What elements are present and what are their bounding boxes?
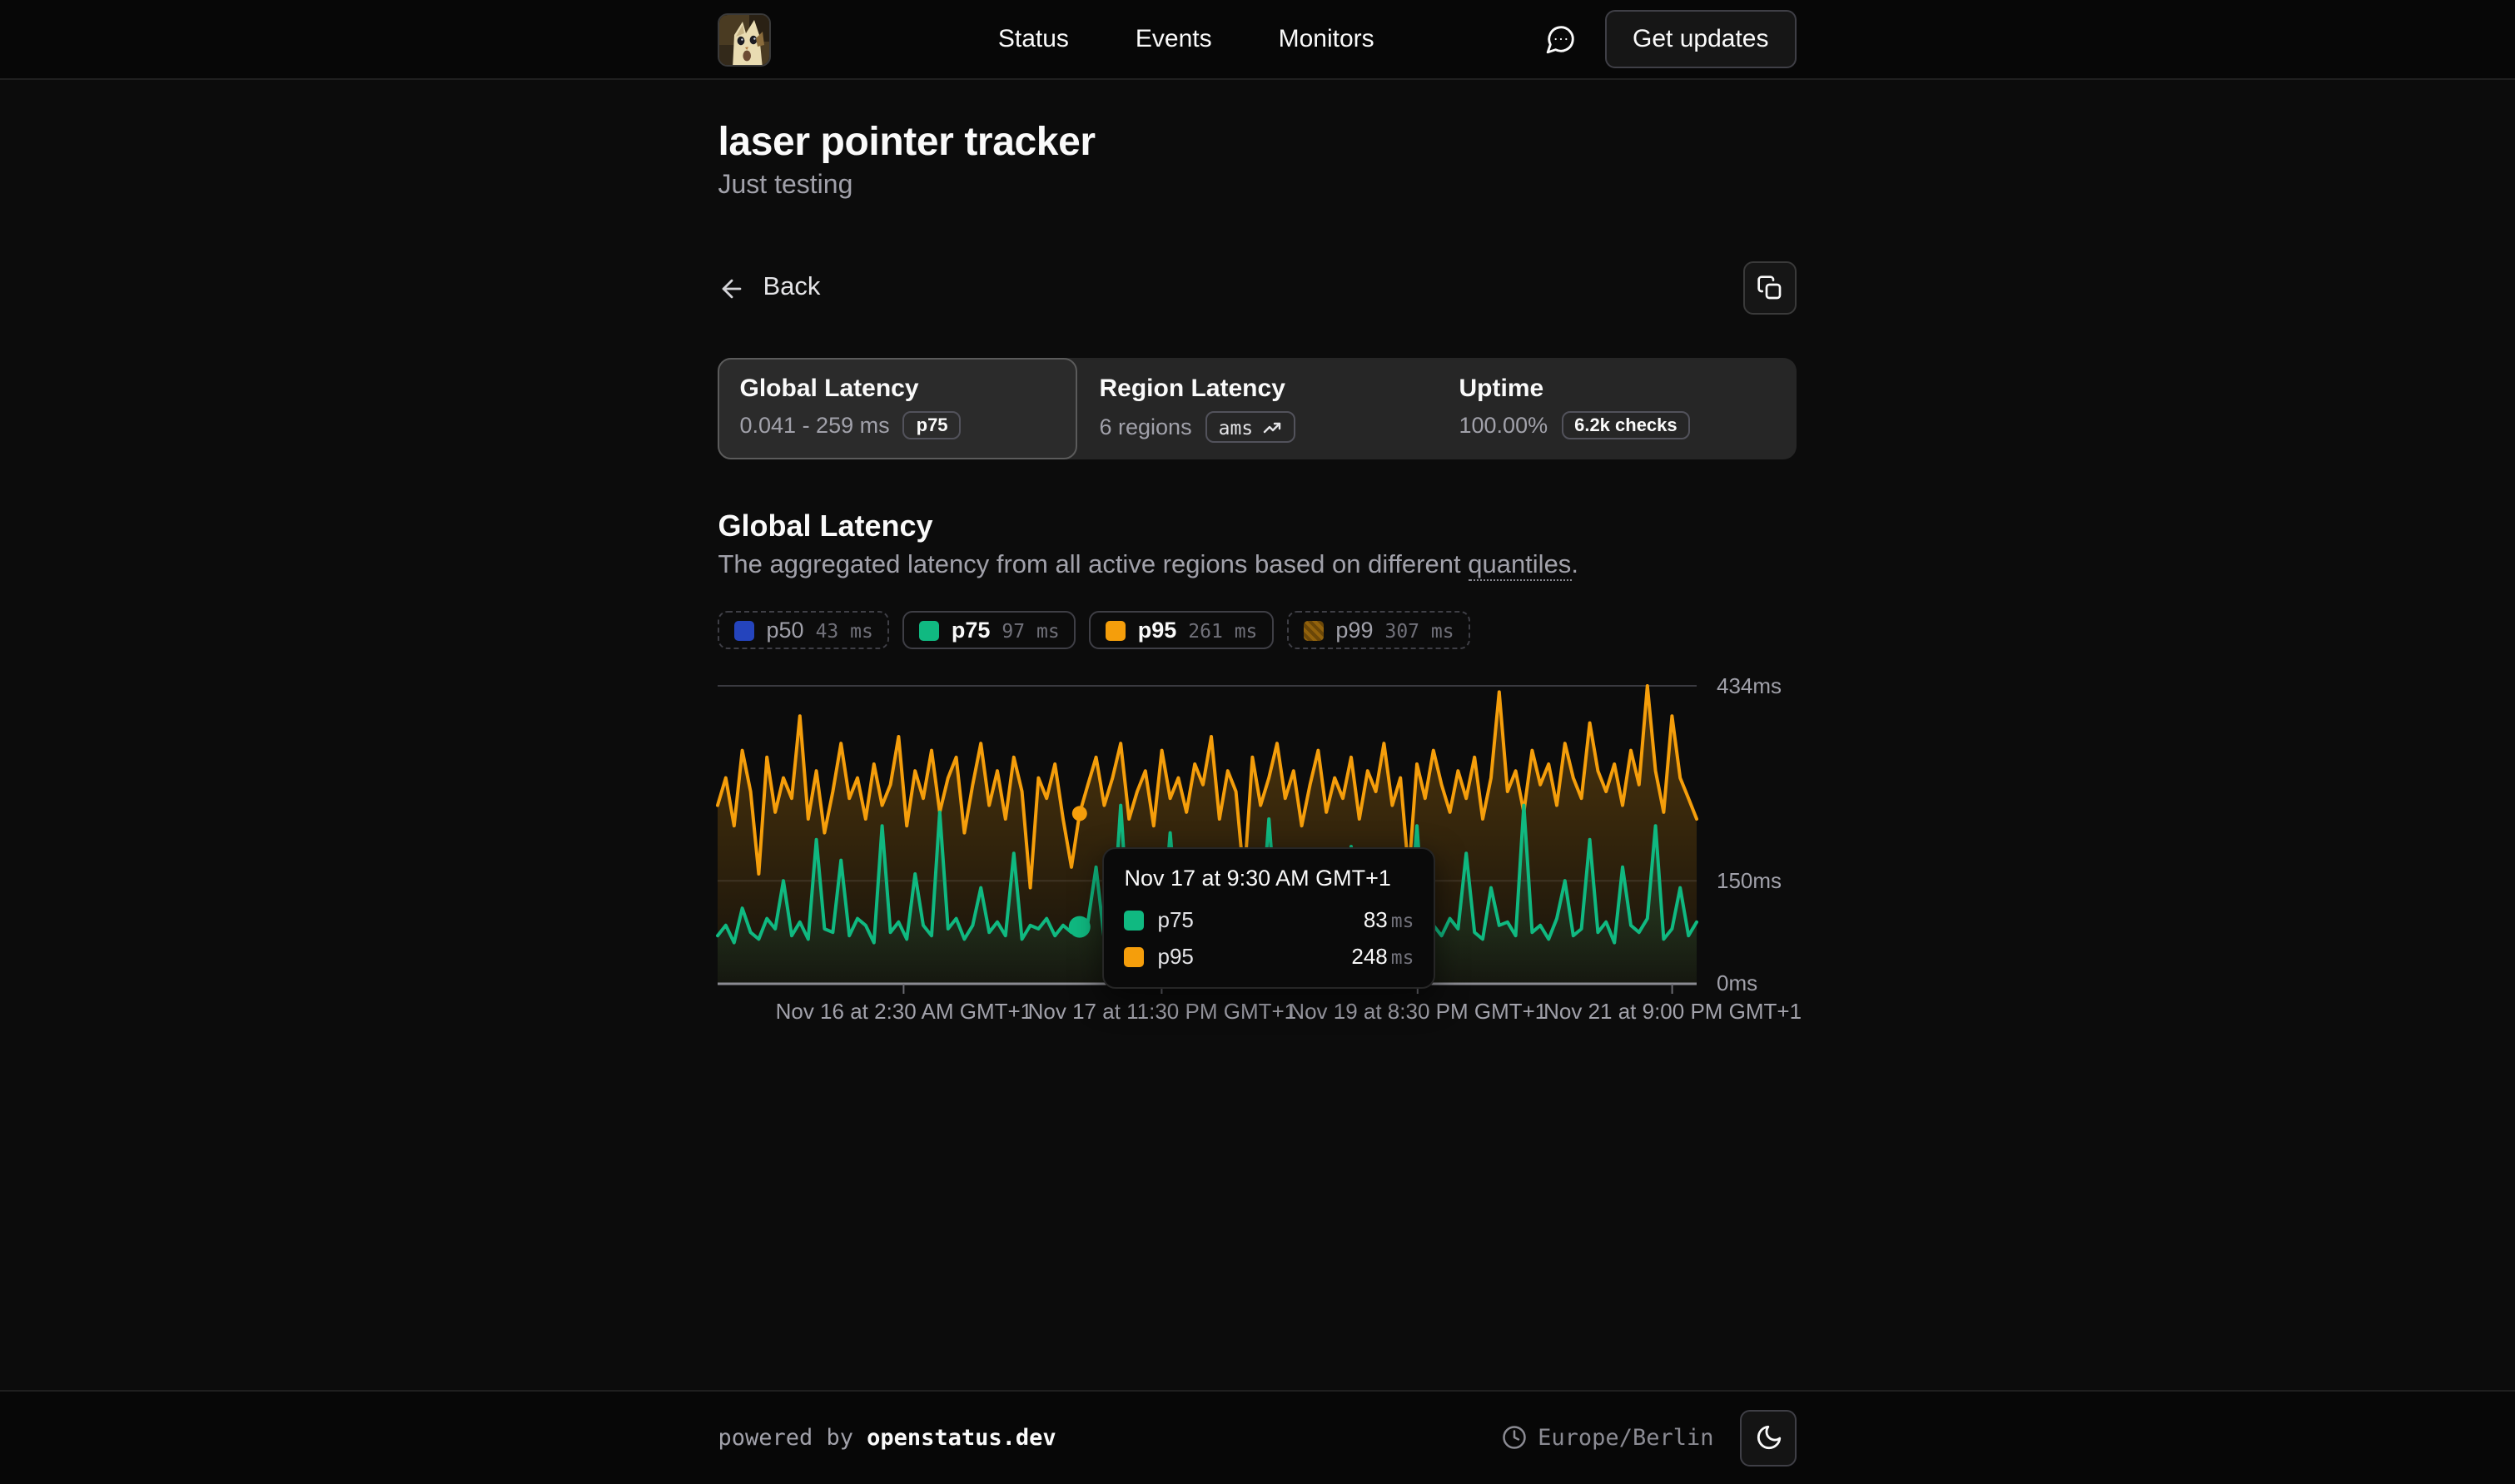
- section-head: Global Latency The aggregated latency fr…: [718, 509, 1797, 581]
- page: Status Events Monitors Get updates: [0, 0, 2515, 1484]
- x-axis-labels: Nov 16 at 2:30 AM GMT+1 Nov 17 at 11:30 …: [718, 999, 1697, 1029]
- tooltip-p75-swatch: [1125, 910, 1145, 930]
- legend-toggle-p99[interactable]: p99 307 ms: [1287, 611, 1470, 649]
- legend-toggle-p50[interactable]: p50 43 ms: [718, 611, 890, 649]
- xtick-1: Nov 16 at 2:30 AM GMT+1: [776, 999, 1033, 1024]
- tooltip-p95-label: p95: [1158, 944, 1194, 969]
- ytick-0: 0ms: [1717, 970, 1758, 995]
- copy-icon: [1757, 275, 1784, 301]
- y-axis-labels: 434ms 150ms 0ms: [1717, 673, 1782, 995]
- copy-button[interactable]: [1744, 261, 1797, 315]
- trending-up-icon: [1261, 417, 1281, 437]
- tooltip-p95-swatch: [1125, 946, 1145, 966]
- xtick-4: Nov 21 at 9:00 PM GMT+1: [1543, 999, 1802, 1024]
- get-updates-button[interactable]: Get updates: [1604, 10, 1797, 68]
- tab-region-latency-value: 6 regions: [1100, 414, 1192, 439]
- feedback-button[interactable]: [1541, 19, 1581, 59]
- back-link[interactable]: Back: [718, 273, 821, 303]
- timezone: Europe/Berlin: [1501, 1424, 1713, 1451]
- chart-legend: p50 43 ms p75 97 ms p95 261 ms p99 307 m…: [718, 611, 1797, 649]
- site-header: Status Events Monitors Get updates: [0, 0, 2515, 80]
- workspace-avatar-cat[interactable]: [718, 12, 772, 66]
- tooltip-p75-value: 83ms: [1364, 907, 1414, 932]
- legend-toggle-p75[interactable]: p75 97 ms: [903, 611, 1076, 649]
- ytick-150: 150ms: [1717, 868, 1782, 893]
- powered-by-label: powered by: [718, 1424, 854, 1451]
- page-title: laser pointer tracker: [718, 120, 1797, 166]
- timezone-label: Europe/Berlin: [1538, 1424, 1713, 1451]
- p75-value: 97 ms: [1002, 618, 1059, 642]
- tab-uptime-badge: 6.2k checks: [1561, 411, 1691, 439]
- section-description: The aggregated latency from all active r…: [718, 551, 1797, 581]
- xtick-2: Nov 17 at 11:30 PM GMT+1: [1028, 999, 1297, 1024]
- nav-link-status[interactable]: Status: [998, 25, 1069, 53]
- tab-global-latency-title: Global Latency: [740, 375, 1056, 403]
- p99-label: p99: [1335, 618, 1373, 643]
- chart-tooltip: Nov 17 at 9:30 AM GMT+1 p75 83ms p95 248…: [1103, 847, 1436, 989]
- p50-value: 43 ms: [816, 618, 873, 642]
- openstatus-link[interactable]: openstatus.dev: [867, 1424, 1056, 1451]
- section-title: Global Latency: [718, 509, 1797, 544]
- tab-global-latency-badge: p75: [903, 411, 962, 439]
- tab-uptime-title: Uptime: [1459, 375, 1776, 403]
- theme-toggle-button[interactable]: [1741, 1409, 1797, 1466]
- nav-link-events[interactable]: Events: [1136, 25, 1212, 53]
- tab-global-latency-value: 0.041 - 259 ms: [740, 413, 890, 438]
- p95-value: 261 ms: [1188, 618, 1257, 642]
- cat-avatar-image: [720, 14, 772, 66]
- latency-chart[interactable]: 434ms 150ms 0ms Nov 16 at 2:30 AM GMT+1 …: [718, 669, 1797, 1032]
- p50-swatch: [735, 620, 755, 640]
- tab-global-latency[interactable]: Global Latency 0.041 - 259 ms p75: [718, 358, 1078, 459]
- p75-swatch: [920, 620, 940, 640]
- tooltip-row-p95: p95 248ms: [1125, 944, 1414, 969]
- page-head: laser pointer tracker Just testing: [718, 80, 1797, 201]
- metric-tabs: Global Latency 0.041 - 259 ms p75 Region…: [718, 358, 1797, 459]
- tab-region-latency-badge: ams: [1205, 411, 1295, 443]
- footer-right: Europe/Berlin: [1501, 1409, 1797, 1466]
- quantiles-link[interactable]: quantiles: [1468, 551, 1571, 581]
- tab-region-latency[interactable]: Region Latency 6 regions ams: [1078, 358, 1438, 459]
- p99-swatch: [1304, 620, 1324, 640]
- moon-icon: [1755, 1423, 1783, 1452]
- arrow-left-icon: [718, 274, 747, 302]
- p50-label: p50: [767, 618, 804, 643]
- tooltip-row-p75: p75 83ms: [1125, 907, 1414, 932]
- toolbar-row: Back: [718, 261, 1797, 315]
- back-label: Back: [763, 273, 821, 303]
- section-description-text: The aggregated latency from all active r…: [718, 551, 1469, 579]
- clock-icon: [1501, 1425, 1526, 1450]
- region-badge-label: ams: [1219, 415, 1254, 439]
- tooltip-p95-value: 248ms: [1351, 944, 1414, 969]
- nav-link-monitors[interactable]: Monitors: [1279, 25, 1374, 53]
- site-footer: powered by openstatus.dev Europe/Berlin: [0, 1389, 2515, 1484]
- p75-label: p75: [952, 618, 991, 643]
- tooltip-p75-label: p75: [1158, 907, 1194, 932]
- p95-label: p95: [1138, 618, 1177, 643]
- tab-region-latency-title: Region Latency: [1100, 375, 1416, 403]
- tooltip-title: Nov 17 at 9:30 AM GMT+1: [1125, 866, 1414, 891]
- main-content: laser pointer tracker Just testing Back: [0, 80, 2515, 1389]
- ytick-434: 434ms: [1717, 673, 1782, 698]
- section-description-period: .: [1571, 551, 1578, 579]
- tab-uptime[interactable]: Uptime 100.00% 6.2k checks: [1438, 358, 1797, 459]
- message-bubble-icon: [1545, 23, 1577, 55]
- primary-nav: Status Events Monitors: [938, 25, 1374, 53]
- xtick-3: Nov 19 at 8:30 PM GMT+1: [1289, 999, 1547, 1024]
- powered-by: powered by openstatus.dev: [718, 1424, 1056, 1451]
- header-actions: Get updates: [1541, 10, 1797, 68]
- page-subtitle: Just testing: [718, 171, 1797, 201]
- tab-uptime-value: 100.00%: [1459, 413, 1548, 438]
- legend-toggle-p95[interactable]: p95 261 ms: [1090, 611, 1275, 649]
- p99-value: 307 ms: [1384, 618, 1454, 642]
- p95-swatch: [1106, 620, 1126, 640]
